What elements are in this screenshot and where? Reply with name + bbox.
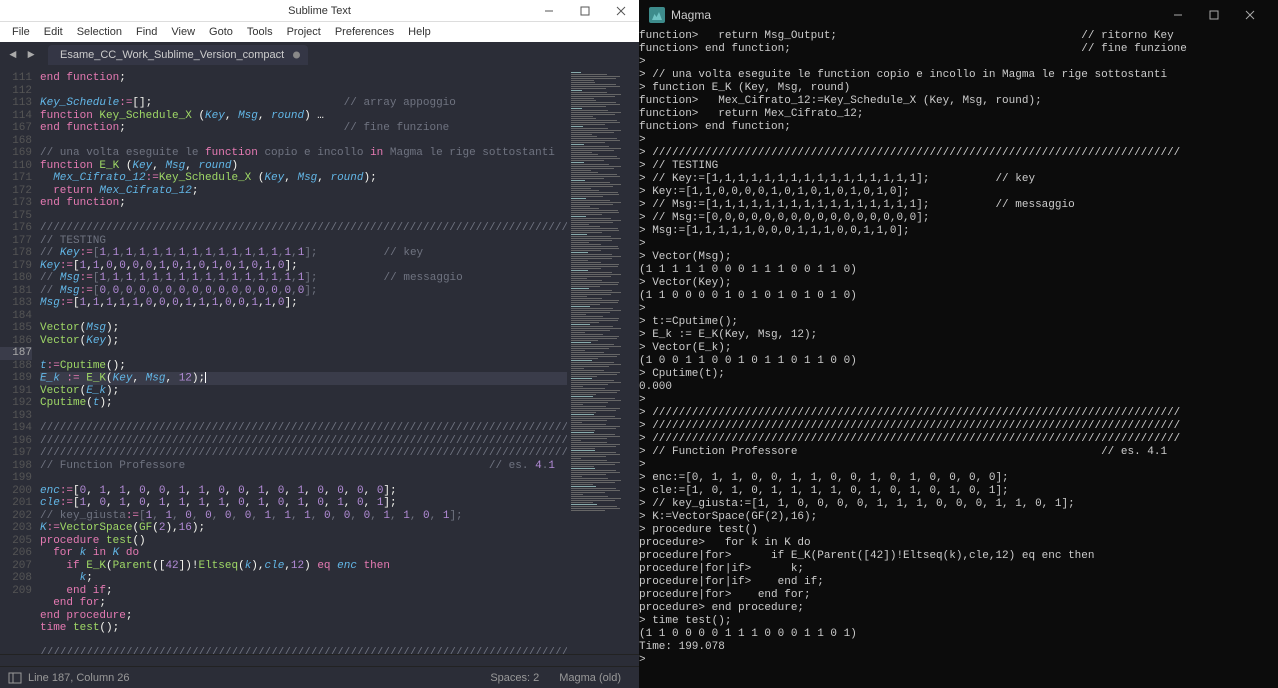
maximize-button[interactable] [567,0,603,22]
dirty-indicator-icon [293,52,300,59]
menu-view[interactable]: View [165,24,201,40]
history-forward-icon[interactable]: ► [24,48,38,62]
minimize-button[interactable] [531,0,567,22]
magma-window: Magma function> return Msg_Output; // ri… [639,0,1278,688]
sublime-statusbar: Line 187, Column 26 Spaces: 2 Magma (old… [0,666,639,688]
magma-app-icon [649,7,665,23]
menu-preferences[interactable]: Preferences [329,24,400,40]
menu-selection[interactable]: Selection [71,24,128,40]
sublime-titlebar[interactable]: Sublime Text [0,0,639,22]
magma-title: Magma [671,8,711,22]
code-area[interactable]: end function;Key_Schedule:=[]; // array … [40,68,567,654]
sublime-menubar: File Edit Selection Find View Goto Tools… [0,22,639,42]
magma-terminal[interactable]: function> return Msg_Output; // ritorno … [639,30,1278,688]
magma-maximize-button[interactable] [1196,0,1232,30]
line-number-gutter: 1111121131141671681691101711721731751761… [0,68,40,654]
menu-file[interactable]: File [6,24,36,40]
menu-project[interactable]: Project [281,24,327,40]
menu-goto[interactable]: Goto [203,24,239,40]
status-spaces[interactable]: Spaces: 2 [480,672,549,684]
sidebar-toggle-icon[interactable] [8,671,22,685]
sublime-tab-row: ◄ ► Esame_CC_Work_Sublime_Version_compac… [0,42,639,68]
history-back-icon[interactable]: ◄ [6,48,20,62]
menu-find[interactable]: Find [130,24,163,40]
status-syntax[interactable]: Magma (old) [549,672,631,684]
horizontal-scrollbar[interactable] [0,654,639,666]
status-cursor-pos[interactable]: Line 187, Column 26 [28,672,130,684]
close-button[interactable] [603,0,639,22]
sublime-editor[interactable]: 1111121131141671681691101711721731751761… [0,68,639,654]
menu-edit[interactable]: Edit [38,24,69,40]
magma-minimize-button[interactable] [1160,0,1196,30]
magma-titlebar[interactable]: Magma [639,0,1278,30]
file-tab-label: Esame_CC_Work_Sublime_Version_compact [60,49,284,61]
file-tab[interactable]: Esame_CC_Work_Sublime_Version_compact [48,45,308,65]
magma-close-button[interactable] [1232,0,1268,30]
minimap[interactable] [567,68,639,654]
menu-tools[interactable]: Tools [241,24,279,40]
menu-help[interactable]: Help [402,24,437,40]
sublime-title: Sublime Text [288,5,351,17]
sublime-window: Sublime Text File Edit Selection Find Vi… [0,0,639,688]
